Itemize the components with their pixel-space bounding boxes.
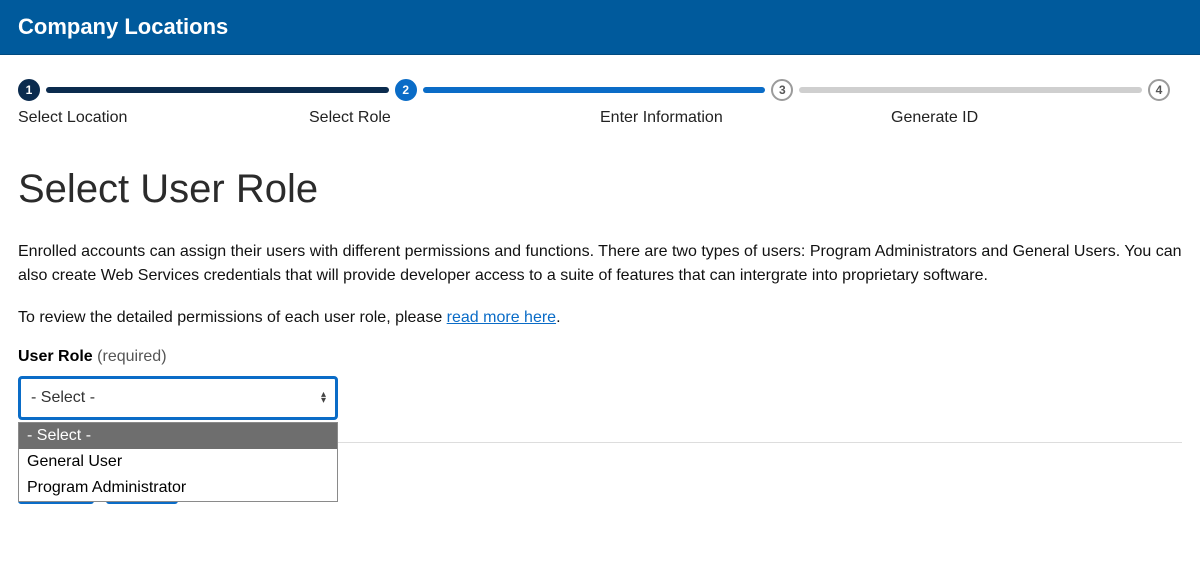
page-header: Company Locations: [0, 0, 1200, 55]
intro-paragraph-2-prefix: To review the detailed permissions of ea…: [18, 309, 447, 326]
step-2-label: Select Role: [309, 109, 600, 127]
user-role-dropdown: - Select - General User Program Administ…: [18, 422, 338, 502]
step-3-circle: 3: [771, 79, 793, 101]
step-3-bar: [799, 87, 1142, 93]
user-role-option-select[interactable]: - Select -: [19, 423, 337, 449]
progress-stepper-labels: Select Location Select Role Enter Inform…: [18, 109, 1182, 127]
step-1-bar: [46, 87, 389, 93]
progress-stepper: 1 2 3 4: [18, 79, 1182, 101]
read-more-link[interactable]: read more here: [447, 309, 556, 326]
user-role-label: User Role (required): [18, 348, 1182, 366]
step-2-bar: [423, 87, 766, 93]
user-role-label-text: User Role: [18, 348, 93, 365]
step-2-circle: 2: [395, 79, 417, 101]
user-role-required: (required): [97, 348, 166, 365]
step-4-label: Generate ID: [891, 109, 1182, 127]
user-role-option-program-administrator[interactable]: Program Administrator: [19, 475, 337, 501]
user-role-option-general-user[interactable]: General User: [19, 449, 337, 475]
intro-paragraph-2-suffix: .: [556, 309, 560, 326]
intro-paragraph-1: Enrolled accounts can assign their users…: [18, 240, 1182, 288]
step-1-label: Select Location: [18, 109, 309, 127]
user-role-select[interactable]: - Select -: [18, 376, 338, 420]
user-role-select-value: - Select -: [31, 389, 95, 407]
page-header-title: Company Locations: [18, 14, 228, 39]
page-title: Select User Role: [18, 167, 1182, 212]
intro-paragraph-2: To review the detailed permissions of ea…: [18, 306, 1182, 330]
step-3-label: Enter Information: [600, 109, 891, 127]
step-4-circle: 4: [1148, 79, 1170, 101]
step-1-circle: 1: [18, 79, 40, 101]
